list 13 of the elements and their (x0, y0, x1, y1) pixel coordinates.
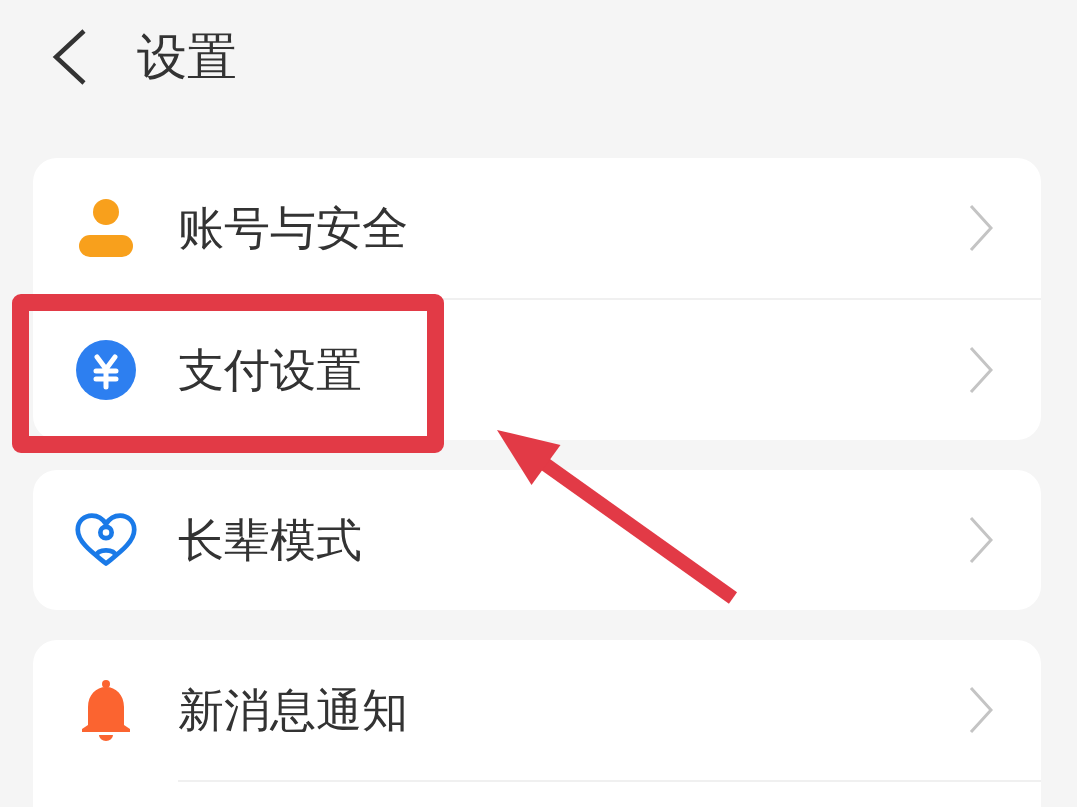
chevron-right-icon (969, 516, 993, 564)
settings-item[interactable]: 长辈模式 (33, 470, 1041, 610)
chevron-right-icon (969, 346, 993, 394)
settings-item[interactable]: 支付设置 (33, 300, 1041, 440)
chevron-right-icon (969, 204, 993, 252)
back-icon[interactable] (52, 29, 86, 85)
person-icon (79, 199, 133, 257)
settings-item[interactable]: 账号与安全 (33, 158, 1041, 298)
heart-icon (74, 511, 138, 569)
yen-coin-icon (76, 340, 136, 400)
chevron-right-icon (969, 686, 993, 734)
bell-icon (80, 679, 132, 741)
page-title: 设置 (137, 32, 237, 82)
